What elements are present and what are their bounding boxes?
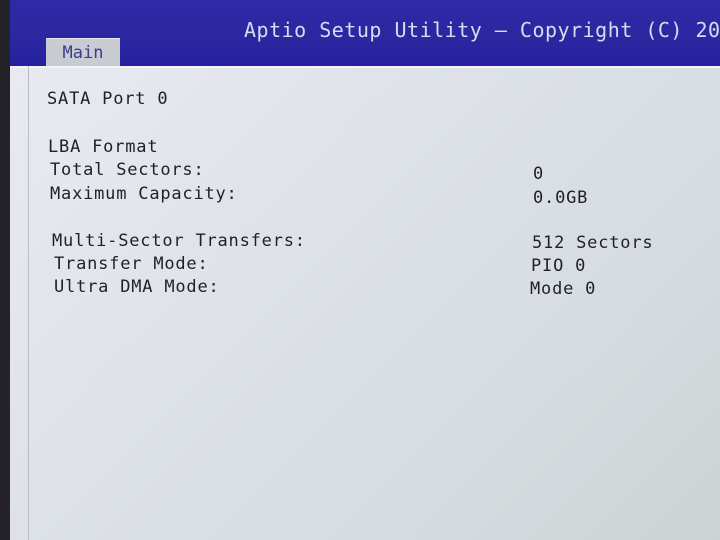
total-sectors-value: 0 (533, 164, 545, 184)
bios-screen: Aptio Setup Utility – Copyright (C) 20 M… (0, 0, 720, 540)
ultra-dma-mode-value[interactable]: Mode 0 (530, 279, 596, 299)
section-title: SATA Port 0 (47, 89, 169, 109)
ultra-dma-mode-label[interactable]: Ultra DMA Mode: (54, 277, 220, 297)
app-title: Aptio Setup Utility – Copyright (C) 20 (244, 18, 720, 42)
panel-divider (28, 66, 29, 540)
maximum-capacity-label: Maximum Capacity: (50, 184, 238, 204)
transfer-mode-value[interactable]: PIO 0 (531, 256, 586, 276)
maximum-capacity-value: 0.0GB (533, 188, 589, 208)
group-title: LBA Format (48, 137, 159, 157)
multi-sector-transfers-value: 512 Sectors (532, 233, 654, 253)
total-sectors-label: Total Sectors: (50, 160, 205, 180)
tab-main[interactable]: Main (46, 38, 120, 67)
transfer-mode-label[interactable]: Transfer Mode: (54, 254, 209, 274)
multi-sector-transfers-label: Multi-Sector Transfers: (52, 231, 306, 251)
